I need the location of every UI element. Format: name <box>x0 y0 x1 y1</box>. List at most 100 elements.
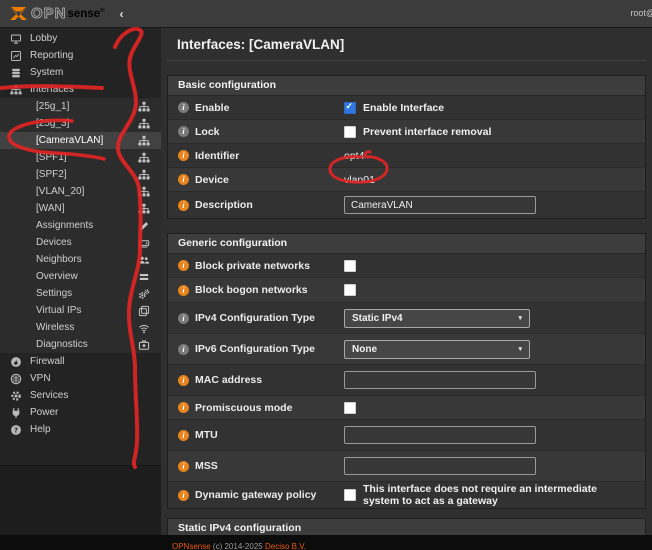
sidebar-item-system[interactable]: System <box>0 64 161 81</box>
sitemap-icon <box>137 135 150 147</box>
field-label: Block private networks <box>195 260 310 272</box>
mtu-input[interactable] <box>344 426 536 444</box>
row-mss: i MSS <box>168 451 645 482</box>
promiscuous-checkbox[interactable] <box>344 402 356 414</box>
sidebar-item-cameravlan[interactable]: [CameraVLAN] <box>0 132 161 149</box>
description-input[interactable] <box>344 196 536 214</box>
logged-in-user[interactable]: root@ <box>630 8 652 18</box>
sidebar-item-diagnostics[interactable]: Diagnostics <box>0 336 161 353</box>
title-divider <box>167 60 646 61</box>
help-icon[interactable]: i <box>178 200 189 211</box>
section-header: Basic configuration <box>168 76 645 96</box>
field-label: MSS <box>195 460 218 472</box>
help-icon[interactable]: i <box>178 285 189 296</box>
help-icon[interactable]: i <box>178 102 189 113</box>
block-bogon-checkbox[interactable] <box>344 284 356 296</box>
list-icon <box>137 271 150 283</box>
field-label: Enable <box>195 102 229 114</box>
row-mtu: i MTU <box>168 420 645 451</box>
help-icon[interactable]: i <box>178 430 189 441</box>
checkbox-label: Enable Interface <box>363 102 444 114</box>
help-icon[interactable]: i <box>178 461 189 472</box>
sitemap-icon <box>137 186 150 198</box>
row-ipv6-type: iIPv6 Configuration Type None▾ <box>168 334 645 365</box>
sidebar-item-25g_1[interactable]: [25g_1] <box>0 98 161 115</box>
sidebar-item-devices[interactable]: Devices <box>0 234 161 251</box>
mss-input[interactable] <box>344 457 536 475</box>
row-ipv4-type: i IPv4 Configuration Type Static IPv4▾ <box>168 303 645 334</box>
sidebar-item-spf1[interactable]: [SPF1] <box>0 149 161 166</box>
sidebar: Lobby Reporting System Interfaces [25g_1… <box>0 27 161 550</box>
sitemap-icon <box>137 169 150 181</box>
pencil-icon <box>137 220 150 232</box>
help-icon[interactable]: i <box>178 402 189 413</box>
row-dynamic-gateway: iDynamic gateway policy This interface d… <box>168 482 645 508</box>
sidebar-item-overview[interactable]: Overview <box>0 268 161 285</box>
mac-address-input[interactable] <box>344 371 536 389</box>
sidebar-item-wireless[interactable]: Wireless <box>0 319 161 336</box>
sidebar-item-label: System <box>30 67 63 78</box>
row-device: i Device vlan01 <box>168 168 645 192</box>
row-block-bogon: iBlock bogon networks <box>168 278 645 303</box>
sidebar-item-reporting[interactable]: Reporting <box>0 47 161 64</box>
sidebar-item-settings[interactable]: Settings <box>0 285 161 302</box>
checkbox-label: Prevent interface removal <box>363 126 491 138</box>
sidebar-item-spf2[interactable]: [SPF2] <box>0 166 161 183</box>
sidebar-item-help[interactable]: ? Help <box>0 421 161 438</box>
ipv6-type-select[interactable]: None▾ <box>344 340 530 359</box>
sidebar-item-interfaces[interactable]: Interfaces <box>0 81 161 98</box>
help-icon[interactable]: i <box>178 344 189 355</box>
dynamic-gateway-checkbox[interactable] <box>344 489 356 501</box>
field-label: Device <box>195 174 229 186</box>
selected-option: None <box>352 344 377 355</box>
help-icon[interactable]: i <box>178 260 189 271</box>
opnsense-logo[interactable]: OPNsense® <box>9 5 105 22</box>
help-icon[interactable]: i <box>178 375 189 386</box>
help-icon[interactable]: i <box>178 126 189 137</box>
footer-company-link[interactable]: Deciso B.V. <box>265 542 306 550</box>
panel-generic-configuration: Generic configuration iBlock private net… <box>167 233 646 509</box>
field-label: Promiscuous mode <box>195 402 292 414</box>
fire-icon <box>9 356 23 368</box>
help-icon[interactable]: i <box>178 313 189 324</box>
sidebar-item-label: Lobby <box>30 33 57 44</box>
help-icon[interactable]: i <box>178 150 189 161</box>
sidebar-item-neighbors[interactable]: Neighbors <box>0 251 161 268</box>
sidebar-item-power[interactable]: Power <box>0 404 161 421</box>
reporting-icon <box>9 50 23 62</box>
opnsense-logo-icon <box>9 6 28 21</box>
gear-icon <box>9 390 23 402</box>
ipv4-type-select[interactable]: Static IPv4▾ <box>344 309 530 328</box>
top-bar: OPNsense® ‹ root@ <box>0 0 652 28</box>
block-private-checkbox[interactable] <box>344 260 356 272</box>
sidebar-item-firewall[interactable]: Firewall <box>0 353 161 370</box>
hdd-icon <box>137 237 150 249</box>
sidebar-item-lobby[interactable]: Lobby <box>0 30 161 47</box>
help-icon[interactable]: i <box>178 490 189 501</box>
sidebar-item-vpn[interactable]: VPN <box>0 370 161 387</box>
field-label: MTU <box>195 429 218 441</box>
sidebar-item-vlan_20[interactable]: [VLAN_20] <box>0 183 161 200</box>
footer-copyright: (c) 2014-2025 <box>213 542 263 550</box>
field-label: MAC address <box>195 374 262 386</box>
sidebar-item-virtual-ips[interactable]: Virtual IPs <box>0 302 161 319</box>
lock-checkbox[interactable] <box>344 126 356 138</box>
logo-text-primary: OPN <box>31 5 67 22</box>
device-value: vlan01 <box>344 174 375 186</box>
main-content: Interfaces: [CameraVLAN] Basic configura… <box>161 27 652 550</box>
row-enable: i Enable Enable Interface <box>168 96 645 120</box>
field-label: Lock <box>195 126 220 138</box>
footer-brand-link[interactable]: OPNsense <box>172 542 211 550</box>
help-icon[interactable]: i <box>178 174 189 185</box>
medkit-icon <box>137 339 150 351</box>
sidebar-item-wan[interactable]: [WAN] <box>0 200 161 217</box>
sidebar-item-services[interactable]: Services <box>0 387 161 404</box>
sidebar-item-assignments[interactable]: Assignments <box>0 217 161 234</box>
row-promiscuous: i Promiscuous mode <box>168 396 645 420</box>
sitemap-icon <box>137 152 150 164</box>
enable-checkbox[interactable] <box>344 102 356 114</box>
selected-option: Static IPv4 <box>352 313 403 324</box>
field-label: IPv4 Configuration Type <box>195 312 315 324</box>
sidebar-collapse-chevron-icon[interactable]: ‹ <box>120 7 124 21</box>
sidebar-item-25g_3[interactable]: [25g_3] <box>0 115 161 132</box>
